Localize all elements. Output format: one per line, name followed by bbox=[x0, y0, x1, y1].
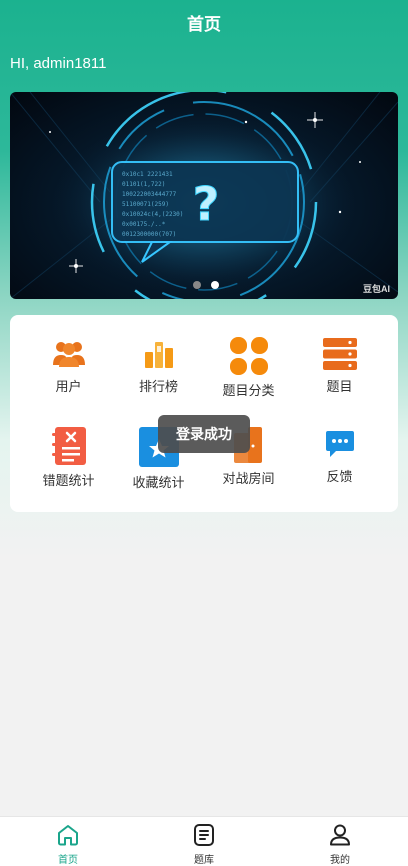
carousel-dot-active[interactable] bbox=[211, 281, 219, 289]
grid-item-ranking[interactable]: 排行榜 bbox=[110, 315, 207, 395]
ranking-icon bbox=[139, 337, 179, 371]
carousel-dot[interactable] bbox=[193, 281, 201, 289]
category-icon bbox=[229, 337, 269, 375]
grid-item-wrong-stats[interactable]: 错题统计 bbox=[20, 405, 117, 489]
grid-item-users[interactable]: 用户 bbox=[20, 315, 117, 395]
page-title: 首页 bbox=[187, 14, 221, 35]
grid-item-label: 用户 bbox=[55, 380, 82, 395]
svg-text:01101(1,722): 01101(1,722) bbox=[122, 181, 165, 188]
banner-image: 0x10c1 2221431 01101(1,722) 100222003444… bbox=[10, 92, 398, 299]
grid-item-label: 题目分类 bbox=[222, 384, 275, 399]
grid-item-label: 收藏统计 bbox=[132, 476, 185, 491]
tab-label: 题库 bbox=[194, 855, 214, 866]
carousel-indicator bbox=[193, 281, 219, 289]
grid-item-label: 对战房间 bbox=[222, 472, 275, 487]
svg-text:?: ? bbox=[193, 177, 220, 231]
feature-grid: 用户 排行榜 题目分类 题目 错题统计 收藏统计 对战房间 反馈 bbox=[10, 315, 398, 512]
home-icon bbox=[58, 825, 78, 846]
question-list-icon bbox=[320, 337, 360, 371]
tab-question-bank[interactable]: 题库 bbox=[136, 817, 272, 866]
svg-text:0012300000(707): 0012300000(707) bbox=[122, 231, 176, 238]
grid-item-questions[interactable]: 题目 bbox=[291, 315, 388, 395]
grid-item-label: 反馈 bbox=[326, 470, 353, 485]
grid-item-feedback[interactable]: 反馈 bbox=[291, 405, 388, 485]
grid-item-label: 排行榜 bbox=[138, 380, 178, 395]
wrong-questions-icon bbox=[49, 427, 89, 465]
user-greeting: HI, admin1811 bbox=[10, 55, 107, 72]
login-success-toast: 登录成功 bbox=[158, 415, 250, 453]
banner-carousel[interactable]: 0x10c1 2221431 01101(1,722) 100222003444… bbox=[10, 92, 398, 299]
svg-text:51100071(259): 51100071(259) bbox=[122, 201, 169, 208]
svg-text:0x10024c(4,(2230): 0x10024c(4,(2230) bbox=[122, 211, 183, 218]
profile-icon bbox=[330, 824, 350, 846]
question-bank-icon bbox=[194, 824, 214, 846]
users-icon bbox=[49, 337, 89, 371]
tab-label: 首页 bbox=[58, 855, 78, 866]
tab-label: 我的 bbox=[330, 855, 350, 866]
svg-text:100222003444777: 100222003444777 bbox=[122, 191, 177, 198]
grid-item-label: 错题统计 bbox=[42, 474, 95, 489]
svg-text:0x00175./..*: 0x00175./..* bbox=[122, 221, 166, 228]
grid-item-category[interactable]: 题目分类 bbox=[200, 315, 297, 399]
svg-text:0x10c1 2221431: 0x10c1 2221431 bbox=[122, 171, 173, 178]
grid-item-label: 题目 bbox=[326, 380, 353, 395]
tab-home[interactable]: 首页 bbox=[0, 817, 136, 866]
tab-profile[interactable]: 我的 bbox=[272, 817, 408, 866]
feedback-icon bbox=[320, 427, 360, 461]
bottom-tab-bar: 首页 题库 我的 bbox=[0, 816, 408, 866]
banner-watermark: 豆包AI bbox=[362, 284, 390, 294]
